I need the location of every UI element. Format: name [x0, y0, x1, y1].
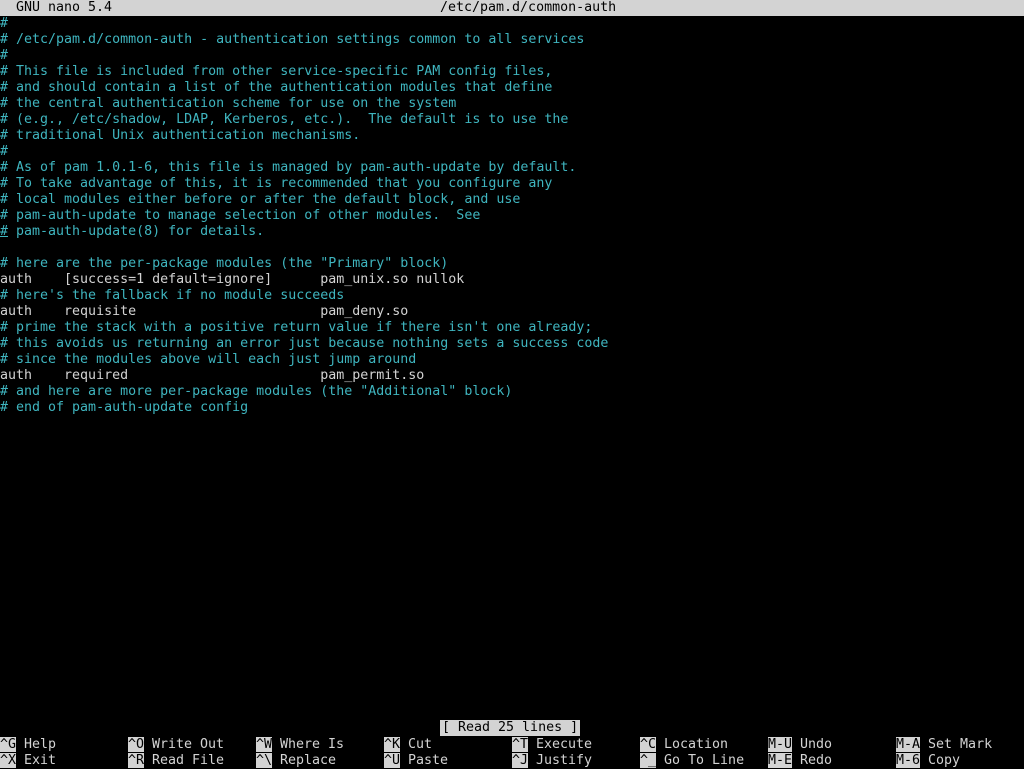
shortcut-label: Copy: [928, 753, 961, 768]
editor-line[interactable]: # here's the fallback if no module succe…: [0, 288, 1024, 304]
shortcut-set-mark[interactable]: M-A Set Mark: [896, 737, 992, 753]
shortcut-label: Redo: [800, 753, 833, 768]
shortcut-label: Undo: [800, 737, 833, 752]
editor-line[interactable]: # pam-auth-update to manage selection of…: [0, 208, 1024, 224]
shortcut-key: M-E: [768, 753, 793, 768]
shortcut-copy[interactable]: M-6 Copy: [896, 753, 960, 769]
shortcut-label: Justify: [536, 753, 593, 768]
shortcut-bar: ^G Help ^X Exit ^O Write Out ^R Read File ^W Wher…: [0, 737, 1024, 768]
shortcut-paste[interactable]: ^U Paste: [384, 753, 448, 769]
file-path: /etc/pam.d/common-auth: [440, 0, 617, 15]
editor-line[interactable]: #: [0, 16, 1024, 32]
shortcut-justify[interactable]: ^J Justify: [512, 753, 592, 769]
shortcut-label: Where Is: [280, 737, 345, 752]
shortcut-label: Cut: [408, 737, 433, 752]
shortcut-write-out[interactable]: ^O Write Out: [128, 737, 224, 753]
editor-area[interactable]: # # /etc/pam.d/common-auth - authenticati…: [0, 16, 1024, 716]
status-message: [ Read 25 lines ]: [440, 720, 581, 736]
shortcut-where-is[interactable]: ^W Where Is: [256, 737, 344, 753]
editor-line[interactable]: auth required pam_permit.so: [0, 368, 1024, 384]
editor-line[interactable]: # the central authentication scheme for …: [0, 96, 1024, 112]
shortcut-label: Location: [664, 737, 729, 752]
shortcut-key: ^\: [256, 753, 273, 768]
editor-line[interactable]: # To take advantage of this, it is recom…: [0, 176, 1024, 192]
editor-line[interactable]: # since the modules above will each just…: [0, 352, 1024, 368]
editor-line[interactable]: # end of pam-auth-update config: [0, 400, 1024, 416]
shortcut-key: ^W: [256, 737, 273, 752]
title-bar: GNU nano 5.4 /etc/pam.d/common-auth: [0, 0, 1024, 16]
editor-line[interactable]: [0, 240, 1024, 256]
editor-line[interactable]: # /etc/pam.d/common-auth - authenticatio…: [0, 32, 1024, 48]
shortcut-read-file[interactable]: ^R Read File: [128, 753, 224, 769]
editor-line[interactable]: #: [0, 144, 1024, 160]
shortcut-cut[interactable]: ^K Cut: [384, 737, 432, 753]
shortcut-label: Write Out: [152, 737, 225, 752]
line-text: pam-auth-update(8) for details.: [8, 224, 265, 239]
shortcut-key: ^R: [128, 753, 145, 768]
editor-line[interactable]: # pam-auth-update(8) for details.: [0, 224, 1024, 240]
shortcut-label: Replace: [280, 753, 337, 768]
editor-line[interactable]: auth requisite pam_deny.so: [0, 304, 1024, 320]
shortcut-key: ^G: [0, 737, 17, 752]
shortcut-key: ^O: [128, 737, 145, 752]
editor-line[interactable]: # prime the stack with a positive return…: [0, 320, 1024, 336]
editor-line[interactable]: # local modules either before or after t…: [0, 192, 1024, 208]
editor-line[interactable]: # traditional Unix authentication mechan…: [0, 128, 1024, 144]
shortcut-replace[interactable]: ^\ Replace: [256, 753, 336, 769]
shortcut-help[interactable]: ^G Help: [0, 737, 56, 753]
shortcut-label: Help: [24, 737, 57, 752]
shortcut-key: ^C: [640, 737, 657, 752]
editor-line[interactable]: # and should contain a list of the authe…: [0, 80, 1024, 96]
app-name: GNU nano 5.4: [16, 0, 113, 15]
editor-line[interactable]: # this avoids us returning an error just…: [0, 336, 1024, 352]
text-cursor: #: [0, 224, 9, 239]
shortcut-label: Set Mark: [928, 737, 993, 752]
shortcut-label: Exit: [24, 753, 57, 768]
shortcut-key: ^K: [384, 737, 401, 752]
shortcut-execute[interactable]: ^T Execute: [512, 737, 592, 753]
shortcut-key: M-A: [896, 737, 921, 752]
editor-line[interactable]: # This file is included from other servi…: [0, 64, 1024, 80]
shortcut-label: Paste: [408, 753, 449, 768]
shortcut-key: ^X: [0, 753, 17, 768]
shortcut-key: ^U: [384, 753, 401, 768]
editor-line[interactable]: auth [success=1 default=ignore] pam_unix…: [0, 272, 1024, 288]
editor-line[interactable]: # (e.g., /etc/shadow, LDAP, Kerberos, et…: [0, 112, 1024, 128]
shortcut-go-to-line[interactable]: ^_ Go To Line: [640, 753, 744, 769]
shortcut-redo[interactable]: M-E Redo: [768, 753, 832, 769]
shortcut-label: Go To Line: [664, 753, 745, 768]
shortcut-key: M-U: [768, 737, 793, 752]
editor-line[interactable]: # here are the per-package modules (the …: [0, 256, 1024, 272]
shortcut-label: Read File: [152, 753, 225, 768]
shortcut-key: ^T: [512, 737, 529, 752]
shortcut-undo[interactable]: M-U Undo: [768, 737, 832, 753]
editor-line[interactable]: #: [0, 48, 1024, 64]
shortcut-key: ^J: [512, 753, 529, 768]
editor-line[interactable]: # As of pam 1.0.1-6, this file is manage…: [0, 160, 1024, 176]
shortcut-key: ^_: [640, 753, 657, 768]
shortcut-location[interactable]: ^C Location: [640, 737, 728, 753]
shortcut-key: M-6: [896, 753, 921, 768]
editor-line[interactable]: # and here are more per-package modules …: [0, 384, 1024, 400]
shortcut-label: Execute: [536, 737, 593, 752]
shortcut-exit[interactable]: ^X Exit: [0, 753, 56, 769]
